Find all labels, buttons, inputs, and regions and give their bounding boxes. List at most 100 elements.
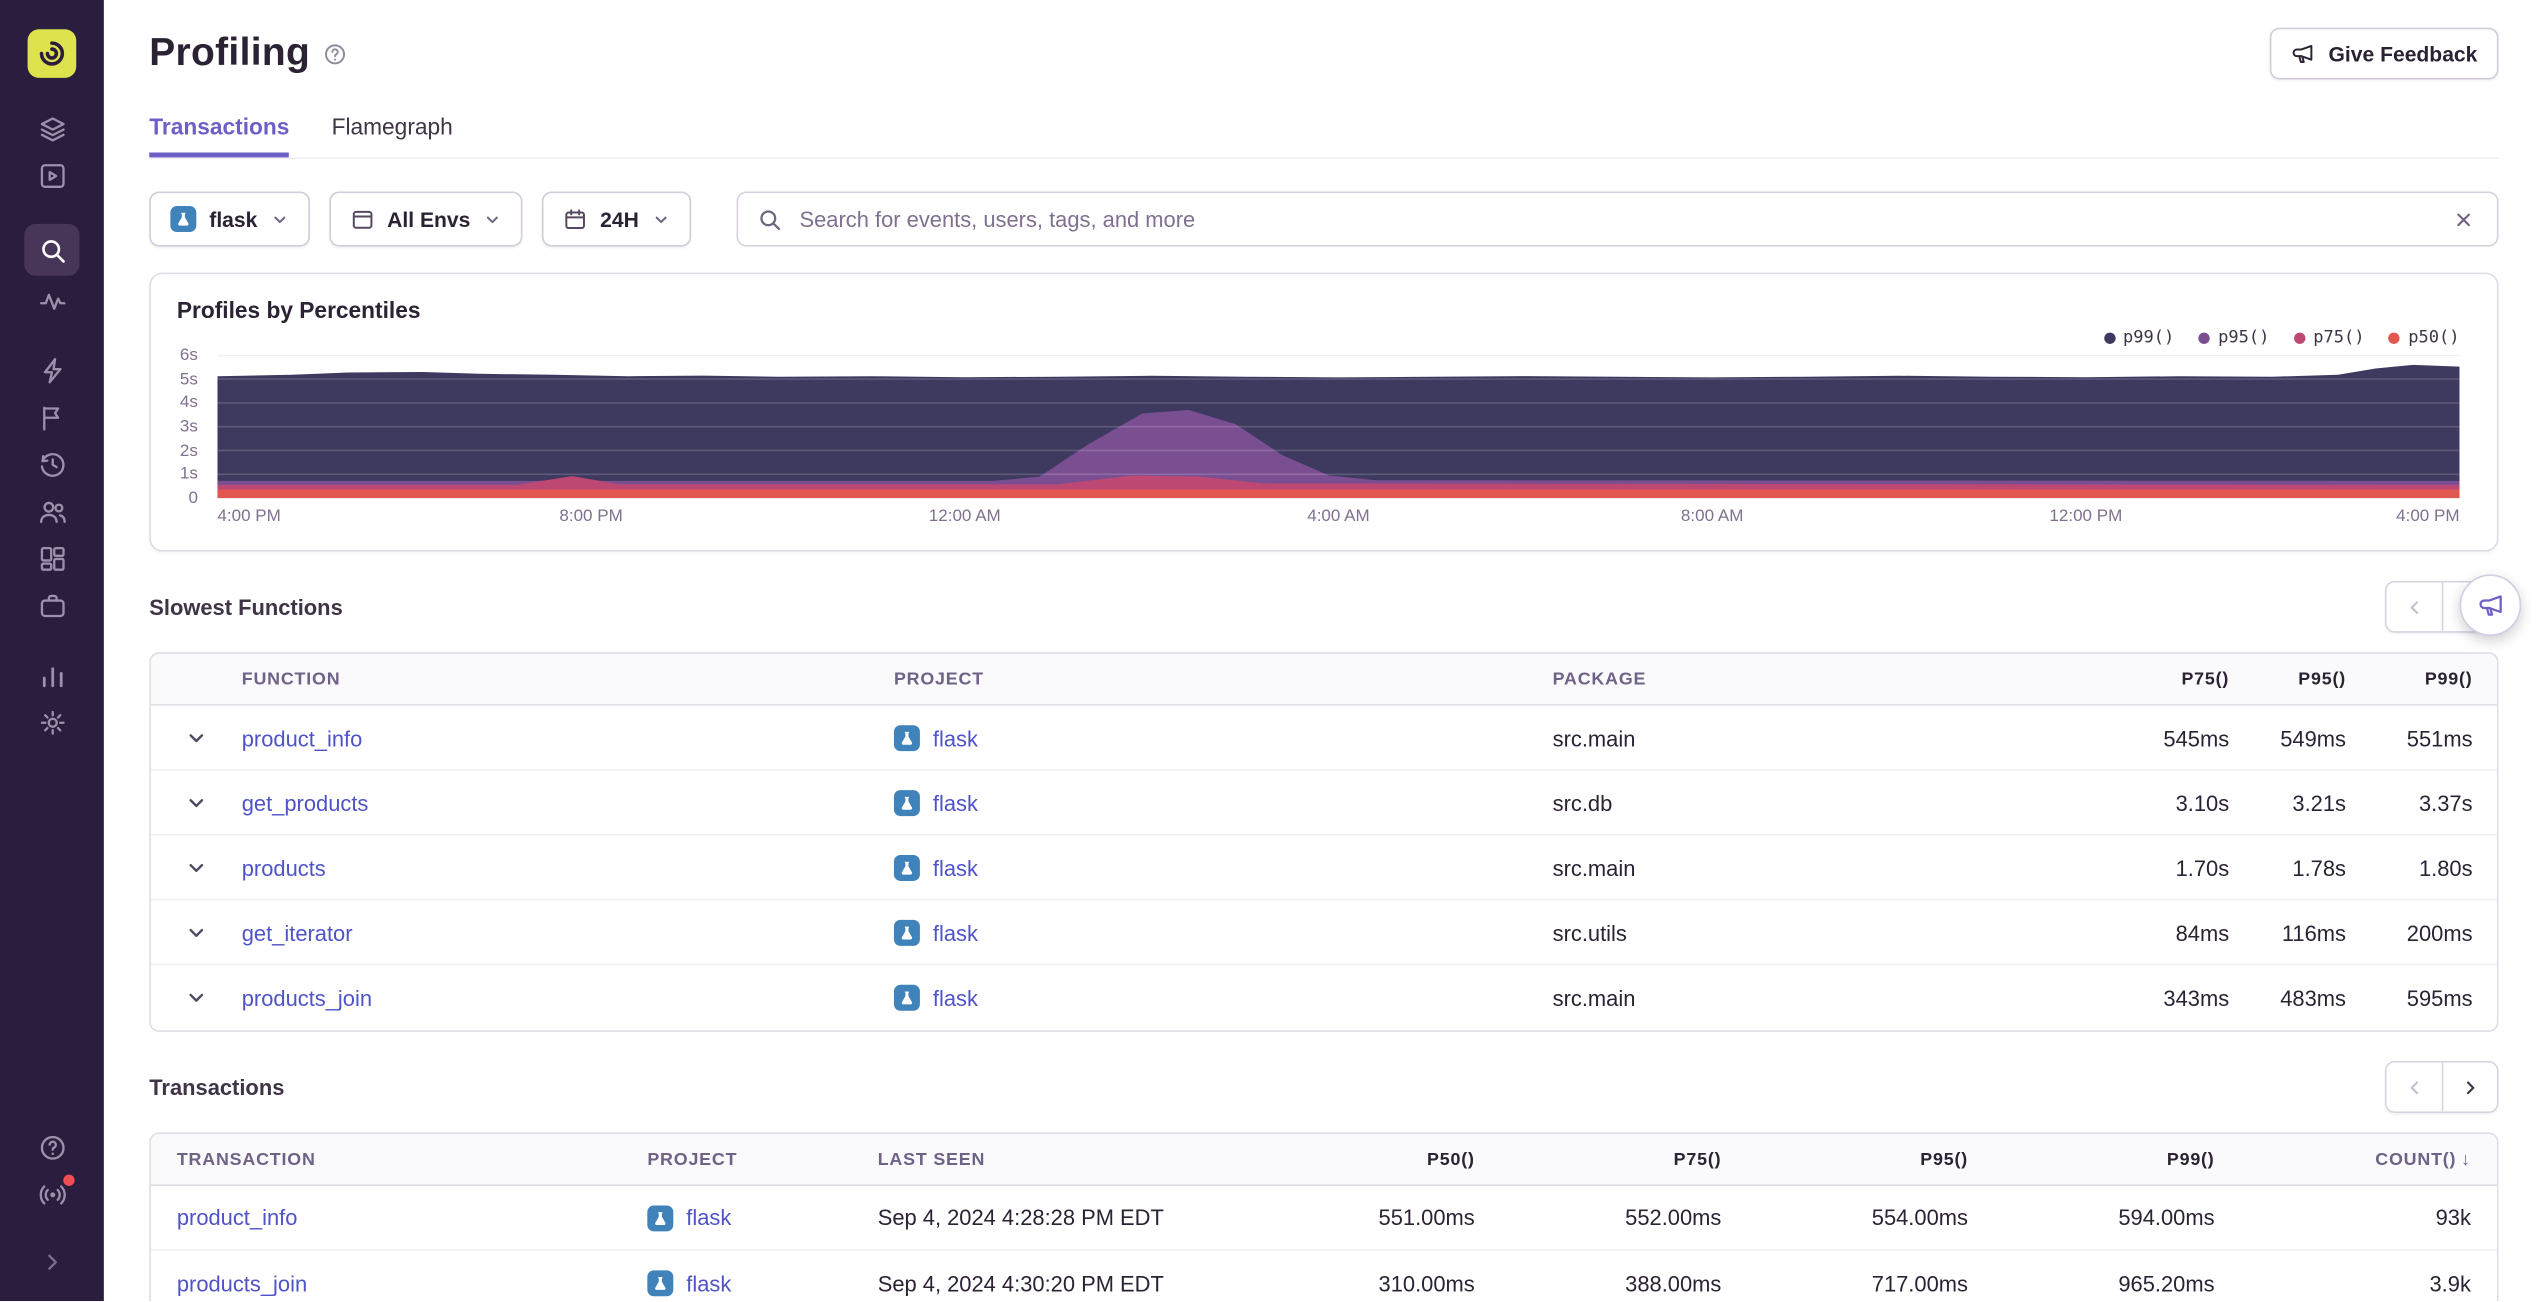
legend-item-p75[interactable]: p75() xyxy=(2293,328,2364,347)
tab-flamegraph[interactable]: Flamegraph xyxy=(332,114,453,158)
function-link[interactable]: products_join xyxy=(242,986,894,1010)
p95-cell: 1.78s xyxy=(2292,855,2346,881)
main-content: Profiling Give Feedback Transactions Fla… xyxy=(104,0,2544,1302)
col-p95[interactable]: P95() xyxy=(1721,1149,1968,1168)
sidebar-item-user-groups[interactable] xyxy=(24,488,79,535)
date-range-filter-button[interactable]: 24H xyxy=(541,191,691,247)
transaction-link[interactable]: product_info xyxy=(151,1205,647,1229)
profiles-by-percentiles-panel: Profiles by Percentiles p99() p95() p75(… xyxy=(149,272,2499,552)
sidebar xyxy=(0,0,104,1302)
broadcast-icon xyxy=(38,1185,65,1205)
col-transaction: TRANSACTION xyxy=(176,1149,316,1169)
sidebar-item-dashboards[interactable] xyxy=(24,535,79,582)
slowest-functions-table: FUNCTION PROJECT PACKAGE P75() P95() P99… xyxy=(149,652,2499,1032)
sidebar-item-feedback[interactable] xyxy=(24,394,79,441)
page-title: Profiling xyxy=(149,30,311,75)
legend-item-p50[interactable]: p50() xyxy=(2388,328,2460,347)
sidebar-item-stats[interactable] xyxy=(24,652,79,699)
lightning-icon xyxy=(43,358,61,384)
col-p99: P99() xyxy=(2424,669,2473,689)
p95-cell: 3.21s xyxy=(2292,790,2346,816)
flag-icon xyxy=(42,406,59,431)
function-link[interactable]: get_iterator xyxy=(242,921,894,945)
expand-row-button[interactable] xyxy=(151,900,242,965)
project-link[interactable]: flask xyxy=(933,791,978,815)
floating-feedback-button[interactable] xyxy=(2459,574,2522,636)
col-project: PROJECT xyxy=(647,1149,738,1169)
help-icon xyxy=(39,1135,64,1160)
sentry-logo[interactable] xyxy=(27,29,77,78)
col-last-seen: LAST SEEN xyxy=(877,1149,986,1169)
project-link[interactable]: flask xyxy=(686,1205,731,1229)
clear-search-button[interactable] xyxy=(2450,205,2478,233)
col-p50[interactable]: P50() xyxy=(1228,1149,1475,1168)
col-count-sorted[interactable]: COUNT() ↓ xyxy=(2215,1149,2471,1168)
sidebar-nav xyxy=(24,105,80,746)
project-link[interactable]: flask xyxy=(933,921,978,945)
history-icon xyxy=(39,453,64,477)
pulse-icon xyxy=(39,293,65,310)
legend-item-p99[interactable]: p99() xyxy=(2103,328,2174,347)
users-icon xyxy=(39,501,65,524)
p50-cell: 551.00ms xyxy=(1378,1205,1475,1230)
chevron-down-icon xyxy=(483,210,501,228)
function-link[interactable]: product_info xyxy=(242,726,894,750)
tab-transactions[interactable]: Transactions xyxy=(149,114,290,158)
expand-row-button[interactable] xyxy=(151,706,242,771)
expand-row-button[interactable] xyxy=(151,771,242,836)
project-link[interactable]: flask xyxy=(933,856,978,880)
transaction-link[interactable]: products_join xyxy=(151,1271,647,1295)
sidebar-item-issues[interactable] xyxy=(24,105,79,152)
environment-filter-button[interactable]: All Envs xyxy=(328,191,523,247)
legend-dot xyxy=(2293,331,2306,344)
prev-page-button[interactable] xyxy=(2386,582,2442,632)
p95-cell: 483ms xyxy=(2280,985,2346,1010)
project-link[interactable]: flask xyxy=(933,986,978,1010)
function-link[interactable]: products xyxy=(242,856,894,880)
window-icon xyxy=(352,210,372,228)
sidebar-item-releases[interactable] xyxy=(24,153,79,200)
sidebar-item-settings[interactable] xyxy=(24,699,79,746)
table-row: products_join flask Sep 4, 2024 4:30:20 … xyxy=(150,1250,2497,1302)
sidebar-item-alerts[interactable] xyxy=(24,347,79,394)
sidebar-item-projects[interactable] xyxy=(24,582,79,629)
question-circle-icon xyxy=(325,43,346,64)
search-input[interactable] xyxy=(796,205,2436,233)
page-header: Profiling Give Feedback xyxy=(149,0,2499,80)
project-link[interactable]: flask xyxy=(686,1271,731,1295)
p99-cell: 1.80s xyxy=(2418,855,2473,881)
sidebar-item-explore[interactable] xyxy=(24,223,80,276)
next-page-button[interactable] xyxy=(2441,1062,2497,1112)
p99-cell: 3.37s xyxy=(2418,790,2473,816)
col-p99[interactable]: P99() xyxy=(1968,1149,2215,1168)
chart-legend: p99() p95() p75() p50() xyxy=(151,326,2460,349)
table-header-row: TRANSACTION PROJECT LAST SEEN P50() P75(… xyxy=(150,1134,2497,1186)
give-feedback-button[interactable]: Give Feedback xyxy=(2270,27,2499,80)
project-filter-button[interactable]: flask xyxy=(149,191,310,247)
function-link[interactable]: get_products xyxy=(242,791,894,815)
col-p75[interactable]: P75() xyxy=(1475,1149,1722,1168)
col-package: PACKAGE xyxy=(1552,669,1647,689)
expand-row-button[interactable] xyxy=(151,965,242,1030)
x-axis: 4:00 PM 8:00 PM 12:00 AM 4:00 AM 8:00 AM… xyxy=(217,506,2460,526)
p75-cell: 388.00ms xyxy=(1625,1271,1722,1296)
project-link[interactable]: flask xyxy=(933,726,978,750)
flask-platform-icon xyxy=(893,790,920,817)
prev-page-button[interactable] xyxy=(2386,1062,2442,1112)
page-help-button[interactable] xyxy=(323,41,347,65)
sort-desc-icon: ↓ xyxy=(2461,1149,2471,1169)
sidebar-item-replays[interactable] xyxy=(24,441,79,488)
expand-row-button[interactable] xyxy=(151,836,242,901)
flask-platform-icon xyxy=(170,206,197,233)
sidebar-collapse-button[interactable] xyxy=(24,1238,79,1285)
p75-cell: 3.10s xyxy=(2175,790,2230,816)
legend-item-p95[interactable]: p95() xyxy=(2198,328,2269,347)
project-filter-label: flask xyxy=(209,206,258,232)
help-button[interactable] xyxy=(24,1124,79,1171)
last-seen-cell: Sep 4, 2024 4:30:20 PM EDT xyxy=(877,1271,1164,1296)
dashboard-icon xyxy=(39,546,64,571)
chevron-down-icon xyxy=(189,799,204,808)
sidebar-item-performance[interactable] xyxy=(24,277,79,324)
table-row: get_products flask src.db 3.10s 3.21s 3.… xyxy=(150,770,2497,836)
col-p95: P95() xyxy=(2298,669,2346,689)
